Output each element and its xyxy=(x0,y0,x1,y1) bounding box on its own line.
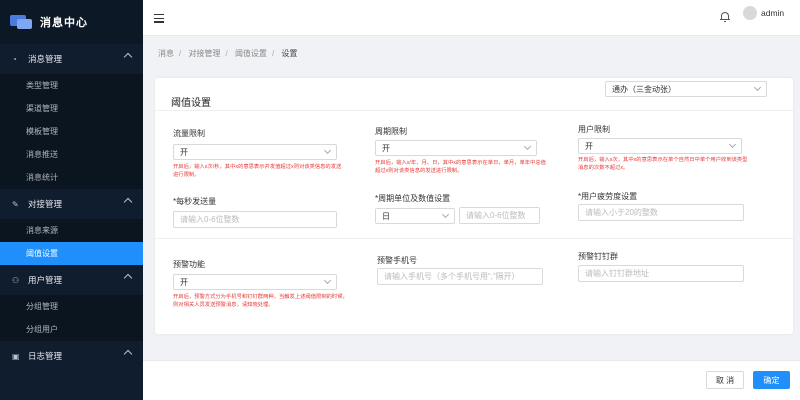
warning-select[interactable]: 开 xyxy=(173,274,337,290)
chevron-up-icon xyxy=(123,52,133,62)
edit-icon: ✎ xyxy=(12,199,19,209)
flow-limit-select[interactable]: 开 xyxy=(173,144,337,160)
period-limit-hint: 开启后，输入x/年、月、日，其中x的意思表示在单日，单月，单年中总值超过x则对该… xyxy=(375,160,546,174)
chevron-down-icon xyxy=(523,142,532,151)
sidebar-item-channel[interactable]: 渠道管理 xyxy=(0,97,143,120)
menu-group-log: ▣ 日志管理 xyxy=(0,341,143,371)
sidebar-item-push[interactable]: 消息推送 xyxy=(0,143,143,166)
source-select[interactable]: 通办（三金动张） xyxy=(605,81,767,97)
bell-icon[interactable] xyxy=(720,11,730,22)
menu-head-log[interactable]: ▣ 日志管理 xyxy=(0,341,143,371)
row-divider xyxy=(155,238,793,239)
breadcrumb-item[interactable]: 对接管理 xyxy=(188,49,220,58)
card-divider xyxy=(155,110,793,111)
footer-bar: 取 消 确定 xyxy=(143,360,800,400)
avatar[interactable] xyxy=(743,6,757,20)
user-limit-hint: 开启后，输入x次，其中x的意思表示在单个自然日中单个用户收到该类型消息的次数不超… xyxy=(578,157,748,171)
menu-head-user[interactable]: ⚇ 用户管理 xyxy=(0,265,143,295)
breadcrumb-item[interactable]: 消息 xyxy=(158,49,174,58)
period-unit-label: *周期单位及数值设置 xyxy=(375,194,451,203)
user-limit-label: 用户限制 xyxy=(578,125,610,134)
sidebar-item-source[interactable]: 消息来源 xyxy=(0,219,143,242)
breadcrumb: 消息 / 对接管理 / 阈值设置 / 设置 xyxy=(158,49,298,58)
logo: 消息中心 xyxy=(0,0,143,44)
users-icon: ⚇ xyxy=(12,275,20,285)
warning-phone-input[interactable]: 请输入手机号（多个手机号用“,”隔开） xyxy=(377,268,543,285)
fatigue-label: *用户疲劳度设置 xyxy=(578,192,638,201)
chat-bubbles-icon xyxy=(10,15,32,29)
menu-group-integration: ✎ 对接管理 消息来源 阈值设置 xyxy=(0,189,143,265)
menu-head-message[interactable]: ◔ 消息管理 xyxy=(0,44,143,74)
chevron-up-icon xyxy=(123,197,133,207)
menu-group-user: ⚇ 用户管理 分组管理 分组用户 xyxy=(0,265,143,341)
confirm-button[interactable]: 确定 xyxy=(753,371,790,389)
period-limit-select[interactable]: 开 xyxy=(375,140,537,156)
menu-toggle-icon[interactable] xyxy=(154,14,164,23)
cancel-button[interactable]: 取 消 xyxy=(706,371,744,389)
log-icon: ▣ xyxy=(12,351,20,361)
warning-label: 预警功能 xyxy=(173,260,205,269)
user-name[interactable]: admin xyxy=(761,8,784,18)
app-title: 消息中心 xyxy=(40,17,88,29)
sidebar-item-stats[interactable]: 消息统计 xyxy=(0,166,143,189)
sidebar-item-threshold[interactable]: 阈值设置 xyxy=(0,242,143,265)
user-limit-select[interactable]: 开 xyxy=(578,138,742,154)
warning-dingtalk-label: 预警钉钉群 xyxy=(578,252,618,261)
sidebar-item-template[interactable]: 模板管理 xyxy=(0,120,143,143)
threshold-card: 阈值设置 通办（三金动张） 流量限制 开 开启后，输入x次/秒，其中x的意思表示… xyxy=(155,78,793,334)
menu-group-message: ◔ 消息管理 类型管理 渠道管理 模板管理 消息推送 消息统计 xyxy=(0,44,143,189)
flow-limit-label: 流量限制 xyxy=(173,129,205,138)
warning-hint: 开启后，预警方式分为手机号和钉钉群两种，当触发上述阈值限制的时候，则对相关人员发… xyxy=(173,294,348,308)
period-unit-select[interactable]: 日 xyxy=(375,208,455,224)
chevron-down-icon xyxy=(323,276,332,285)
sidebar-item-group-user[interactable]: 分组用户 xyxy=(0,318,143,341)
sidebar-item-type[interactable]: 类型管理 xyxy=(0,74,143,97)
gauge-icon: ◔ xyxy=(12,54,17,64)
breadcrumb-item[interactable]: 阈值设置 xyxy=(235,49,267,58)
chevron-down-icon xyxy=(323,146,332,155)
fatigue-input[interactable]: 请输入小于20的整数 xyxy=(578,204,744,221)
chevron-down-icon xyxy=(441,210,450,219)
period-value-input[interactable]: 请输入0-6位整数 xyxy=(459,207,540,224)
menu-head-integration[interactable]: ✎ 对接管理 xyxy=(0,189,143,219)
chevron-up-icon xyxy=(123,273,133,283)
warning-phone-label: 预警手机号 xyxy=(377,256,417,265)
period-limit-label: 周期限制 xyxy=(375,127,407,136)
warning-dingtalk-input[interactable]: 请输入钉钉群地址 xyxy=(578,265,744,282)
sidebar: 消息中心 ◔ 消息管理 类型管理 渠道管理 模板管理 消息推送 消息统计 ✎ 对… xyxy=(0,0,143,400)
per-second-input[interactable]: 请输入0-6位整数 xyxy=(173,211,337,228)
chevron-up-icon xyxy=(123,349,133,359)
chevron-down-icon xyxy=(753,83,762,92)
card-title: 阈值设置 xyxy=(171,98,211,109)
sidebar-item-group[interactable]: 分组管理 xyxy=(0,295,143,318)
per-second-label: *每秒发送量 xyxy=(173,197,217,206)
top-header: admin xyxy=(143,0,800,36)
chevron-down-icon xyxy=(728,140,737,149)
breadcrumb-current: 设置 xyxy=(281,49,298,58)
flow-limit-hint: 开启后，输入x次/秒，其中x的意思表示并发值超过x则对该类信息的发送进行限制。 xyxy=(173,164,342,178)
